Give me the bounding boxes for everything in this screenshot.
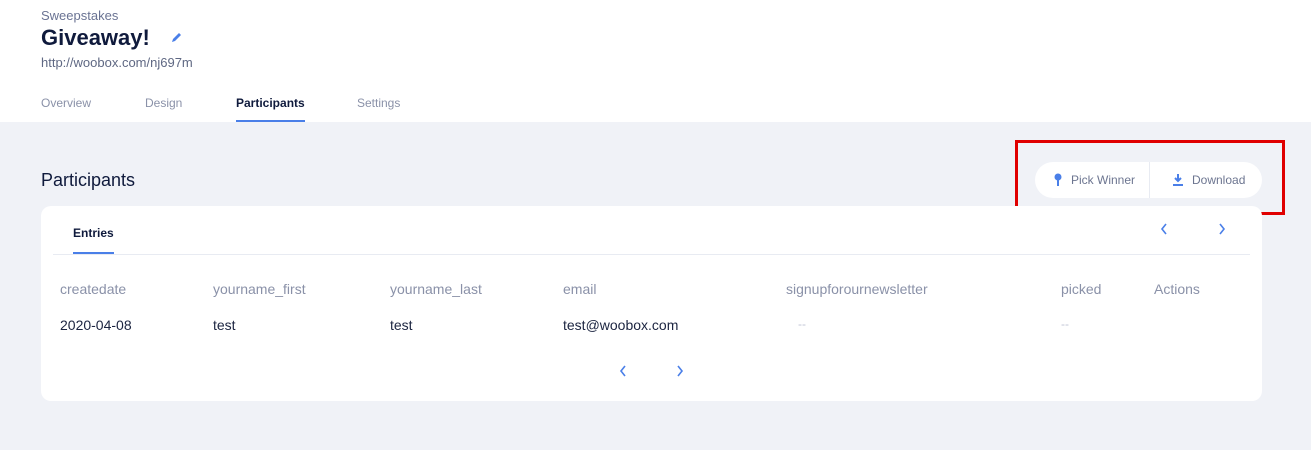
top-next-page-button[interactable] — [1215, 221, 1229, 237]
pick-winner-button[interactable]: Pick Winner — [1035, 162, 1150, 198]
download-button[interactable]: Download — [1150, 162, 1262, 198]
cell-yourname-last: test — [390, 317, 413, 333]
bottom-next-page-button[interactable] — [673, 363, 687, 379]
pencil-icon[interactable] — [170, 30, 184, 44]
chevron-left-icon — [1160, 223, 1167, 235]
page-header: Sweepstakes Giveaway! http://woobox.com/… — [0, 0, 1311, 122]
column-header-actions: Actions — [1154, 281, 1200, 297]
cell-picked: -- — [1061, 317, 1069, 331]
pick-winner-label: Pick Winner — [1071, 173, 1136, 187]
cell-yourname-first: test — [213, 317, 236, 333]
cell-createdate: 2020-04-08 — [60, 317, 132, 333]
bottom-prev-page-button[interactable] — [616, 363, 630, 379]
column-header-picked: picked — [1061, 281, 1102, 297]
tab-settings[interactable]: Settings — [357, 96, 400, 122]
download-label: Download — [1192, 173, 1246, 187]
cell-newsletter: -- — [798, 317, 806, 331]
pin-icon — [1054, 173, 1062, 186]
chevron-right-icon — [677, 365, 684, 377]
tab-entries[interactable]: Entries — [73, 226, 114, 254]
column-header-email: email — [563, 281, 597, 297]
column-header-yourname-last: yourname_last — [390, 281, 482, 297]
column-header-newsletter: signupforournewsletter — [786, 281, 928, 297]
page-title: Giveaway! — [41, 25, 150, 50]
campaign-type: Sweepstakes — [41, 8, 119, 23]
campaign-url[interactable]: http://woobox.com/nj697m — [41, 55, 193, 70]
tab-design[interactable]: Design — [145, 96, 182, 122]
download-icon — [1173, 174, 1183, 186]
top-prev-page-button[interactable] — [1157, 221, 1171, 237]
tab-overview[interactable]: Overview — [41, 96, 91, 122]
chevron-right-icon — [1219, 223, 1226, 235]
section-title: Participants — [41, 170, 136, 190]
column-header-createdate: createdate — [60, 281, 127, 297]
divider — [53, 254, 1250, 255]
entries-card: Entries createdate yourname_first yourna… — [41, 206, 1262, 401]
chevron-left-icon — [619, 365, 626, 377]
column-header-yourname-first: yourname_first — [213, 281, 306, 297]
tab-participants[interactable]: Participants — [236, 96, 305, 122]
action-button-group: Pick Winner Download — [1035, 162, 1262, 198]
cell-email: test@woobox.com — [563, 317, 679, 333]
